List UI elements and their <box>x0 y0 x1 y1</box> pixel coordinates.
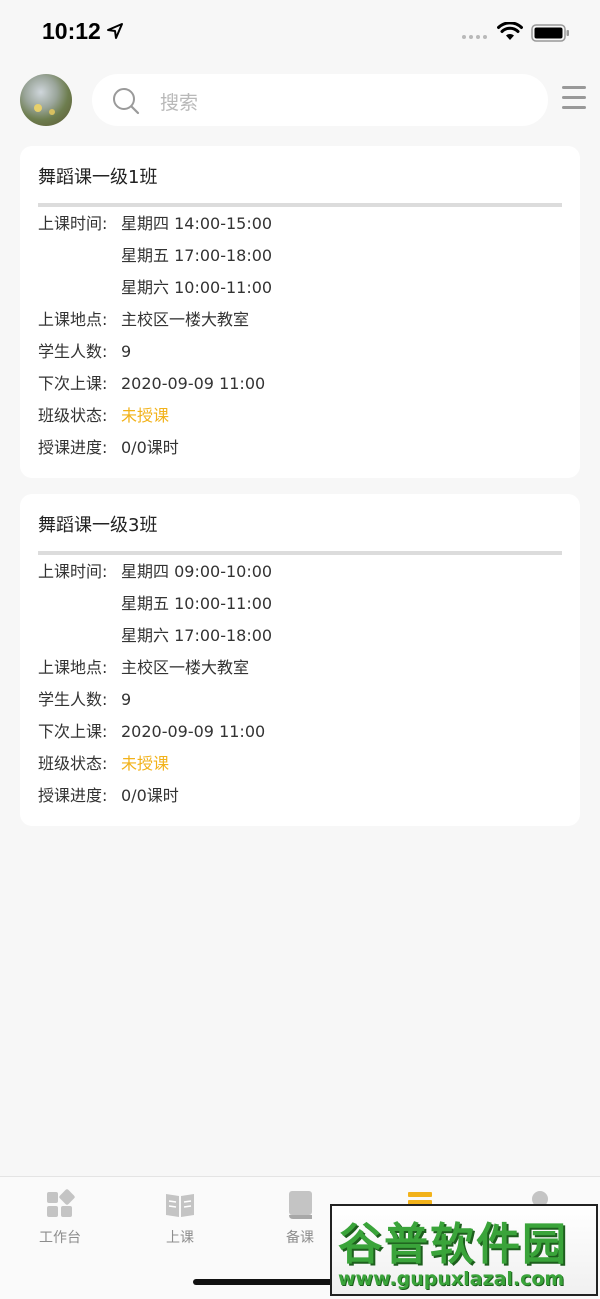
avatar[interactable] <box>20 74 72 126</box>
location-label: 上课地点: <box>38 658 108 677</box>
class-title: 舞蹈课一级1班 <box>38 167 158 188</box>
next-class-label: 下次上课: <box>38 374 108 393</box>
next-class-row: 下次上课: 2020-09-09 11:00 <box>38 373 265 395</box>
schedule-value: 星期六 17:00-18:00 <box>121 626 273 645</box>
schedule-value: 星期五 10:00-11:00 <box>121 594 273 613</box>
students-value: 9 <box>121 690 132 709</box>
battery-icon <box>531 24 569 42</box>
menu-icon[interactable] <box>562 86 586 112</box>
class-card[interactable]: 舞蹈课一级3班 上课时间: 星期四 09:00-10:00 星期五 10:00-1… <box>20 494 580 826</box>
schedule-row: 上课时间: 星期四 14:00-15:00 <box>38 213 272 235</box>
location-label: 上课地点: <box>38 310 108 329</box>
tab-workbench[interactable]: 工作台 <box>0 1189 120 1247</box>
open-book-icon <box>166 1194 194 1217</box>
class-card[interactable]: 舞蹈课一级1班 上课时间: 星期四 14:00-15:00 星期五 17:00-1… <box>20 146 580 478</box>
status-time: 10:12 <box>42 18 101 44</box>
students-row: 学生人数: 9 <box>38 689 131 711</box>
cellular-signal-icon <box>462 35 487 39</box>
search-placeholder: 搜索 <box>160 92 199 114</box>
students-label: 学生人数: <box>38 342 108 361</box>
schedule-value: 星期五 17:00-18:00 <box>121 246 273 265</box>
location-value: 主校区一楼大教室 <box>121 310 250 329</box>
tab-class[interactable]: 上课 <box>120 1189 240 1247</box>
schedule-value: 星期四 14:00-15:00 <box>121 214 273 233</box>
progress-value: 0/0课时 <box>121 786 179 805</box>
progress-value: 0/0课时 <box>121 438 179 457</box>
schedule-row: 上课时间: 星期四 09:00-10:00 <box>38 561 272 583</box>
students-row: 学生人数: 9 <box>38 341 131 363</box>
status-badge: 未授课 <box>121 754 170 773</box>
divider <box>38 551 562 555</box>
watermark-url: www.gupuxlazal.com <box>338 1268 565 1290</box>
wifi-icon <box>497 22 523 40</box>
schedule-row: 星期六 17:00-18:00 <box>121 625 272 647</box>
tab-label: 上课 <box>166 1230 194 1246</box>
students-value: 9 <box>121 342 132 361</box>
location-row: 上课地点: 主校区一楼大教室 <box>38 309 249 331</box>
schedule-value: 星期四 09:00-10:00 <box>121 562 273 581</box>
schedule-label: 上课时间: <box>38 562 108 581</box>
tab-label: 工作台 <box>39 1230 81 1246</box>
status-label: 班级状态: <box>38 754 108 773</box>
book-icon <box>289 1191 312 1219</box>
status-badge: 未授课 <box>121 406 170 425</box>
status-row: 班级状态: 未授课 <box>38 753 169 775</box>
schedule-row: 星期五 10:00-11:00 <box>121 593 272 615</box>
next-class-value: 2020-09-09 11:00 <box>121 722 266 741</box>
location-row: 上课地点: 主校区一楼大教室 <box>38 657 249 679</box>
next-class-row: 下次上课: 2020-09-09 11:00 <box>38 721 265 743</box>
divider <box>38 203 562 207</box>
location-arrow-icon <box>107 23 123 39</box>
watermark-logo: 谷普软件园 www.gupuxlazal.com <box>330 1204 598 1296</box>
status-row: 班级状态: 未授课 <box>38 405 169 427</box>
schedule-value: 星期六 10:00-11:00 <box>121 278 273 297</box>
progress-row: 授课进度: 0/0课时 <box>38 785 179 807</box>
schedule-row: 星期五 17:00-18:00 <box>121 245 272 267</box>
schedule-label: 上课时间: <box>38 214 108 233</box>
progress-label: 授课进度: <box>38 438 108 457</box>
watermark-title: 谷普软件园 <box>338 1219 568 1270</box>
status-label: 班级状态: <box>38 406 108 425</box>
progress-label: 授课进度: <box>38 786 108 805</box>
location-value: 主校区一楼大教室 <box>121 658 250 677</box>
class-title: 舞蹈课一级3班 <box>38 515 158 536</box>
workbench-icon <box>47 1189 75 1217</box>
next-class-value: 2020-09-09 11:00 <box>121 374 266 393</box>
progress-row: 授课进度: 0/0课时 <box>38 437 179 459</box>
schedule-row: 星期六 10:00-11:00 <box>121 277 272 299</box>
status-bar: 10:12 <box>0 0 600 64</box>
search-input[interactable]: 搜索 <box>92 74 548 126</box>
students-label: 学生人数: <box>38 690 108 709</box>
search-icon <box>113 88 140 115</box>
next-class-label: 下次上课: <box>38 722 108 741</box>
